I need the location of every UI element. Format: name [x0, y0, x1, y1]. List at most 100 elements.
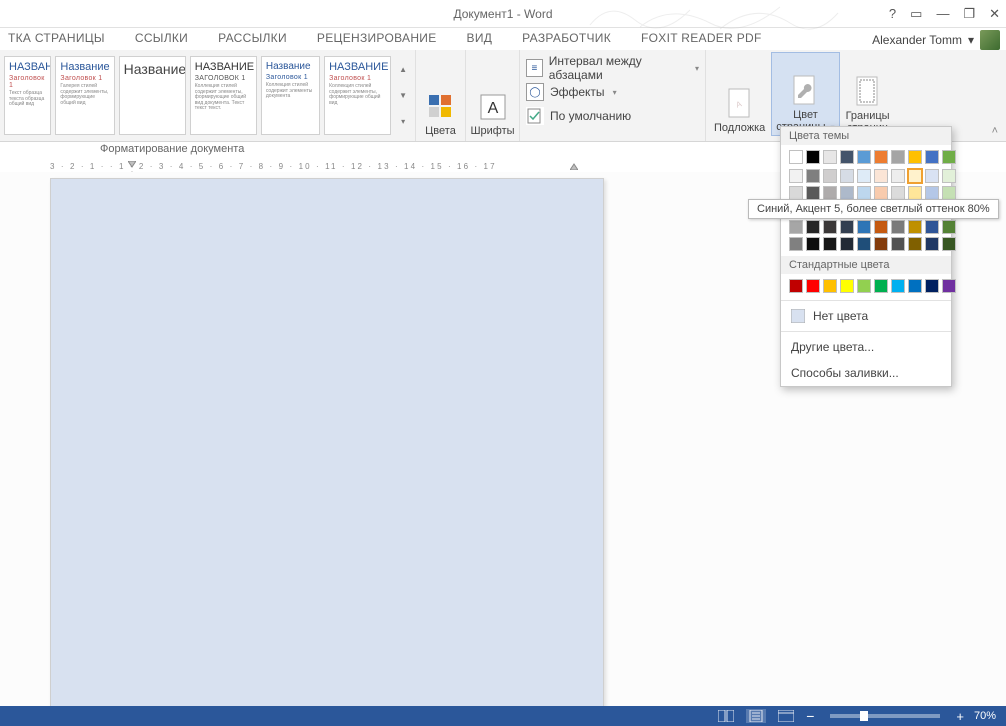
color-swatch[interactable] — [857, 150, 871, 164]
tab-review[interactable]: РЕЦЕНЗИРОВАНИЕ — [317, 31, 437, 50]
style-gallery-scroll[interactable]: ▲ ▼ ▾ — [395, 56, 411, 135]
zoom-slider[interactable] — [830, 714, 940, 718]
color-swatch[interactable] — [806, 279, 820, 293]
web-layout-icon[interactable] — [776, 709, 796, 723]
right-indent-icon[interactable] — [570, 162, 578, 170]
color-swatch[interactable] — [840, 237, 854, 251]
color-swatch[interactable] — [925, 186, 939, 200]
minimize-icon[interactable]: — — [936, 6, 949, 21]
ribbon-options-icon[interactable]: ▭ — [910, 6, 922, 22]
color-swatch[interactable] — [806, 169, 820, 183]
tab-page-layout[interactable]: ТКА СТРАНИЦЫ — [8, 31, 105, 50]
no-color-option[interactable]: Нет цвета — [781, 303, 951, 329]
style-card[interactable]: Название — [119, 56, 186, 135]
color-swatch[interactable] — [789, 279, 803, 293]
color-swatch[interactable] — [823, 169, 837, 183]
tab-view[interactable]: ВИД — [467, 31, 493, 50]
zoom-level[interactable]: 70% — [974, 710, 996, 722]
chevron-up-icon[interactable]: ▲ — [399, 65, 407, 74]
color-swatch[interactable] — [942, 150, 956, 164]
color-swatch[interactable] — [925, 237, 939, 251]
color-swatch[interactable] — [840, 150, 854, 164]
user-dropdown-icon[interactable]: ▾ — [968, 33, 974, 47]
zoom-in-button[interactable]: + — [956, 709, 964, 724]
color-swatch[interactable] — [823, 220, 837, 234]
color-swatch[interactable] — [908, 279, 922, 293]
restore-icon[interactable]: ❐ — [963, 6, 975, 22]
color-swatch[interactable] — [874, 150, 888, 164]
color-swatch[interactable] — [942, 186, 956, 200]
color-swatch[interactable] — [925, 169, 939, 183]
zoom-out-button[interactable]: − — [806, 708, 814, 724]
color-swatch[interactable] — [908, 150, 922, 164]
color-swatch[interactable] — [942, 220, 956, 234]
color-swatch[interactable] — [942, 237, 956, 251]
theme-fonts-button[interactable]: A Шрифты — [466, 55, 518, 139]
tab-mailings[interactable]: РАССЫЛКИ — [218, 31, 287, 50]
color-swatch[interactable] — [789, 150, 803, 164]
theme-colors-button[interactable]: Цвета — [421, 55, 461, 139]
color-swatch[interactable] — [789, 186, 803, 200]
chevron-down-icon[interactable]: ▼ — [399, 91, 407, 100]
color-swatch[interactable] — [942, 169, 956, 183]
color-swatch[interactable] — [840, 169, 854, 183]
color-swatch[interactable] — [840, 279, 854, 293]
color-swatch[interactable] — [925, 279, 939, 293]
style-card[interactable]: НАЗВАНИЕ Заголовок 1 Коллекция стилей со… — [324, 56, 391, 135]
collapse-ribbon-icon[interactable]: ˄ — [992, 125, 998, 137]
watermark-button[interactable]: A Подложка — [710, 52, 769, 136]
color-swatch[interactable] — [891, 150, 905, 164]
color-swatch[interactable] — [908, 169, 922, 183]
color-swatch[interactable] — [857, 186, 871, 200]
avatar[interactable] — [980, 30, 1000, 50]
color-swatch[interactable] — [874, 169, 888, 183]
color-swatch[interactable] — [823, 186, 837, 200]
chevron-more-icon[interactable]: ▾ — [401, 117, 405, 126]
page-color-button[interactable]: Цветстраницы ▾ — [771, 52, 839, 136]
color-swatch[interactable] — [823, 237, 837, 251]
color-swatch[interactable] — [840, 186, 854, 200]
style-gallery[interactable]: НАЗВАНИЕ Заголовок 1 Текст образца текст… — [0, 50, 416, 141]
style-card[interactable]: НАЗВАНИЕ ЗАГОЛОВОК 1 Коллекция стилей со… — [190, 56, 257, 135]
color-swatch[interactable] — [942, 279, 956, 293]
color-swatch[interactable] — [857, 237, 871, 251]
color-swatch[interactable] — [891, 279, 905, 293]
style-card[interactable]: Название Заголовок 1 Коллекция стилей со… — [261, 56, 320, 135]
color-swatch[interactable] — [891, 186, 905, 200]
more-colors-option[interactable]: Другие цвета... — [781, 334, 951, 360]
fill-effects-option[interactable]: Способы заливки... — [781, 360, 951, 386]
color-swatch[interactable] — [789, 237, 803, 251]
color-swatch[interactable] — [908, 186, 922, 200]
style-card[interactable]: Название Заголовок 1 Галерея стилей соде… — [55, 56, 114, 135]
tab-references[interactable]: ССЫЛКИ — [135, 31, 188, 50]
color-swatch[interactable] — [891, 237, 905, 251]
color-swatch[interactable] — [908, 237, 922, 251]
color-swatch[interactable] — [908, 220, 922, 234]
color-swatch[interactable] — [823, 279, 837, 293]
color-swatch[interactable] — [857, 169, 871, 183]
close-icon[interactable]: ✕ — [989, 6, 1000, 22]
color-swatch[interactable] — [874, 186, 888, 200]
color-swatch[interactable] — [891, 169, 905, 183]
style-card[interactable]: НАЗВАНИЕ Заголовок 1 Текст образца текст… — [4, 56, 51, 135]
color-swatch[interactable] — [925, 220, 939, 234]
color-swatch[interactable] — [925, 150, 939, 164]
print-layout-icon[interactable] — [746, 709, 766, 723]
user-area[interactable]: Alexander Tomm ▾ — [872, 30, 1000, 50]
color-swatch[interactable] — [874, 220, 888, 234]
first-line-indent-icon[interactable] — [128, 161, 136, 169]
document-page[interactable] — [50, 178, 604, 706]
color-swatch[interactable] — [806, 186, 820, 200]
effects-button[interactable]: ◯ Эффекты▾ — [526, 80, 699, 104]
color-swatch[interactable] — [857, 220, 871, 234]
color-swatch[interactable] — [789, 169, 803, 183]
page-borders-button[interactable]: Границыстраниц — [842, 52, 894, 136]
color-swatch[interactable] — [823, 150, 837, 164]
color-swatch[interactable] — [874, 279, 888, 293]
color-swatch[interactable] — [840, 220, 854, 234]
help-icon[interactable]: ? — [889, 6, 896, 21]
color-swatch[interactable] — [806, 150, 820, 164]
read-mode-icon[interactable] — [716, 709, 736, 723]
color-swatch[interactable] — [806, 220, 820, 234]
color-swatch[interactable] — [806, 237, 820, 251]
